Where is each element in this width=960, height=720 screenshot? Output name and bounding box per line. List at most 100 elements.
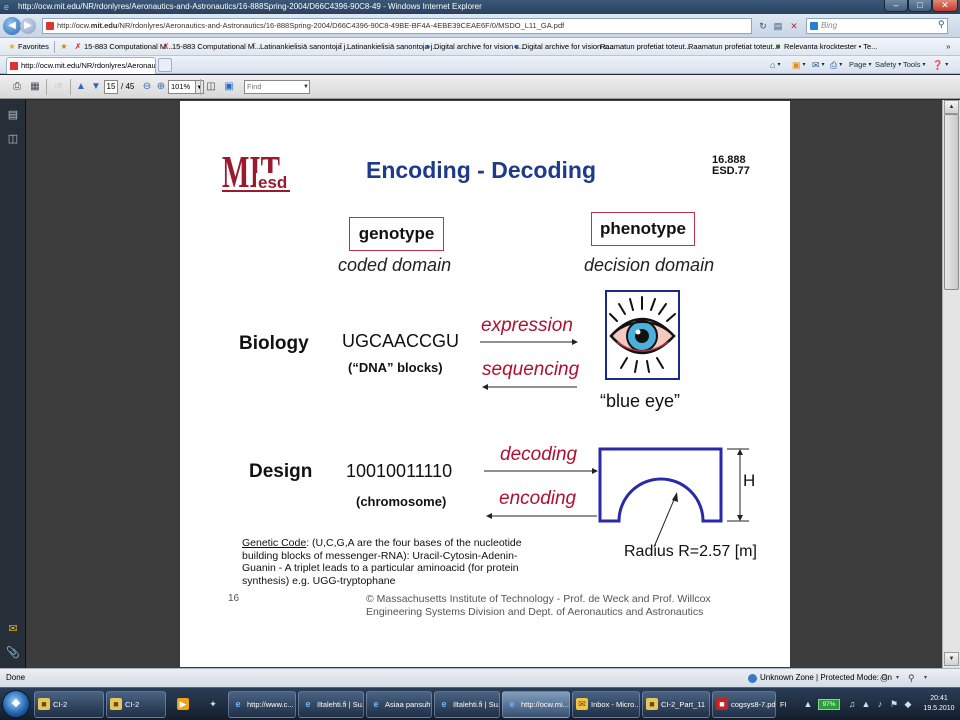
home-button[interactable]: ⌂ ▾ (770, 56, 780, 74)
new-tab-button[interactable] (158, 58, 172, 72)
language-indicator[interactable]: FI (780, 691, 787, 718)
paperclip-icon[interactable]: 📎 (6, 646, 20, 660)
chevron-down-icon[interactable]: ▾ (896, 669, 899, 687)
safety-menu[interactable]: Safety ▾ (875, 56, 901, 74)
speaker-icon[interactable]: ♫ (846, 698, 858, 710)
print-button[interactable]: ⎙ ▾ (830, 56, 842, 74)
favorite-label: Raamatun profetiat toteut... (600, 42, 691, 51)
add-favorite-icon[interactable]: ★ (60, 38, 68, 56)
favorite-link[interactable]: ■ Relevanta krocktester • Te... (774, 38, 878, 56)
pin-icon[interactable]: ◎ (880, 669, 888, 687)
help-button[interactable]: ❓ ▾ (932, 56, 948, 74)
search-input[interactable]: Bing (806, 18, 948, 34)
zoom-select[interactable]: 101% (168, 80, 196, 94)
favorite-link[interactable]: ✗ 15-883 Computational M... (74, 38, 173, 56)
clock[interactable]: 20:41 19.5.2010 (920, 694, 958, 714)
maximize-button[interactable]: □ (908, 0, 932, 12)
favorites-button[interactable]: ★ Favorites (8, 38, 48, 56)
taskbar-label: Iltalehti.fi | Su... (453, 700, 500, 709)
chevron-up-icon[interactable]: ▲ (802, 698, 814, 710)
tab-active[interactable]: http://ocw.mit.edu/NR/rdonlyres/Aeronaut… (6, 57, 156, 74)
genetic-code-note: Genetic Code: (U,C,G,A are the four base… (242, 537, 522, 587)
pdf-page-icon (46, 22, 54, 30)
address-field[interactable]: http://ocw.mit.edu/NR/rdonlyres/Aeronaut… (42, 18, 752, 34)
taskbar-button[interactable]: ■ CI-2_Part_11 (642, 691, 710, 718)
refresh-icon[interactable]: ↻ (756, 19, 770, 33)
search-icon[interactable]: ⚲ (938, 19, 945, 30)
scroll-thumb[interactable] (944, 114, 959, 290)
scroll-up-arrow[interactable]: ▲ (944, 100, 959, 114)
compatibility-view-icon[interactable]: ▤ (771, 19, 785, 33)
taskbar-button[interactable]: e Asiaa pansuht... (366, 691, 432, 718)
navigation-pane: ▤ ◫ ✉ 📎 (0, 100, 26, 668)
tray-app-button[interactable]: ✦ (198, 691, 226, 718)
favorite-link[interactable]: ● Digital archive for vision s... (512, 38, 614, 56)
save-icon[interactable]: ▦ (28, 80, 42, 94)
taskbar: ❖ ■ CI-2 ■ CI-2 ▶ ✦ e http://www.c... e Ilta… (0, 687, 960, 720)
favorite-link[interactable]: ✗ 15-883 Computational M... (162, 38, 261, 56)
attachments-icon[interactable]: ◫ (6, 132, 20, 146)
phenotype-box: phenotype (591, 212, 695, 246)
chevron-down-icon[interactable]: ▼ (303, 80, 309, 94)
decision-domain-label: decision domain (584, 255, 715, 275)
vertical-scrollbar[interactable]: ▲ ▼ (942, 100, 960, 668)
favorite-label: 15-883 Computational M... (84, 42, 173, 51)
taskbar-button[interactable]: e http://www.c... (228, 691, 296, 718)
taskbar-button[interactable]: ■ CI-2 (106, 691, 166, 718)
back-button[interactable]: ◀ (3, 17, 21, 35)
flag-icon[interactable]: ⚑ (888, 698, 900, 710)
chevron-right-icon[interactable]: » (946, 38, 950, 56)
page-menu[interactable]: Page ▾ (849, 56, 872, 74)
bird-icon: ✦ (209, 699, 217, 709)
taskbar-label: http://www.c... (247, 700, 294, 709)
fit-page-icon[interactable]: ◫ (204, 80, 218, 94)
bookmark-icon: ✗ (162, 42, 170, 51)
design-label: Design (249, 461, 313, 482)
tools-menu[interactable]: Tools ▾ (903, 56, 926, 74)
stop-icon[interactable]: ✕ (787, 19, 801, 33)
fit-width-icon[interactable]: ▣ (222, 80, 236, 94)
close-button[interactable]: ✕ (932, 0, 958, 12)
network-icon[interactable]: ▲ (860, 698, 872, 710)
taskbar-button[interactable]: e Iltalehti.fi | Su... (434, 691, 500, 718)
find-input[interactable]: Find (244, 80, 310, 94)
pdf-icon: ■ (716, 698, 728, 710)
taskbar-label: CI-2_Part_11 (661, 700, 706, 709)
minimize-button[interactable]: ‒ (884, 0, 908, 12)
window-title-bar[interactable]: e http://ocw.mit.edu/NR/rdonlyres/Aerona… (0, 0, 960, 14)
security-icon[interactable]: ◆ (902, 698, 914, 710)
hand-tool-icon[interactable]: ☞ (52, 80, 66, 94)
start-button[interactable]: ❖ (2, 690, 30, 718)
next-page-icon[interactable]: ▼ (89, 80, 103, 94)
taskbar-button-active[interactable]: e http://ocw.mi... (502, 691, 570, 718)
favorite-link[interactable]: Raamatun profetiat toteut... (600, 38, 691, 56)
taskbar-button[interactable]: e Iltalehti.fi | Su... (298, 691, 364, 718)
comment-icon[interactable]: ✉ (6, 622, 20, 636)
search-placeholder: Bing (821, 21, 838, 30)
favorite-link[interactable]: Raamatun profetiat toteut... (688, 38, 779, 56)
printer-icon[interactable]: ⎙ (10, 80, 24, 94)
previous-page-icon[interactable]: ▲ (74, 80, 88, 94)
zoom-out-icon[interactable]: ⊖ (140, 80, 154, 94)
mail-button[interactable]: ✉ ▾ (812, 56, 825, 74)
bing-icon (810, 22, 818, 30)
taskbar-button[interactable]: ■cogsys8-7.pd... (712, 691, 776, 718)
media-player-button[interactable]: ▶ (168, 691, 196, 718)
separator (200, 79, 201, 95)
volume-icon[interactable]: ♪ (874, 698, 886, 710)
battery-indicator[interactable]: 97% (818, 699, 840, 710)
zoom-icon[interactable]: ⚲ (908, 669, 915, 687)
feeds-button[interactable]: ▣ ▾ (792, 56, 806, 74)
security-zone[interactable]: Unknown Zone | Protected Mode: On (748, 669, 892, 687)
forward-button[interactable]: ▶ (20, 18, 36, 34)
home-icon: ⌂ (770, 60, 776, 70)
taskbar-button[interactable]: ✉ Inbox - Micro... (572, 691, 640, 718)
pages-icon[interactable]: ▤ (6, 108, 20, 122)
zoom-in-icon[interactable]: ⊕ (154, 80, 168, 94)
status-bar: Done Unknown Zone | Protected Mode: On ◎… (0, 668, 960, 687)
favorite-link[interactable]: ● Digital archive for vision s... (424, 38, 526, 56)
page-number-input[interactable]: 15 (104, 80, 118, 94)
chevron-down-icon[interactable]: ▾ (924, 669, 927, 687)
scroll-down-arrow[interactable]: ▼ (944, 652, 959, 666)
taskbar-button[interactable]: ■ CI-2 (34, 691, 104, 718)
